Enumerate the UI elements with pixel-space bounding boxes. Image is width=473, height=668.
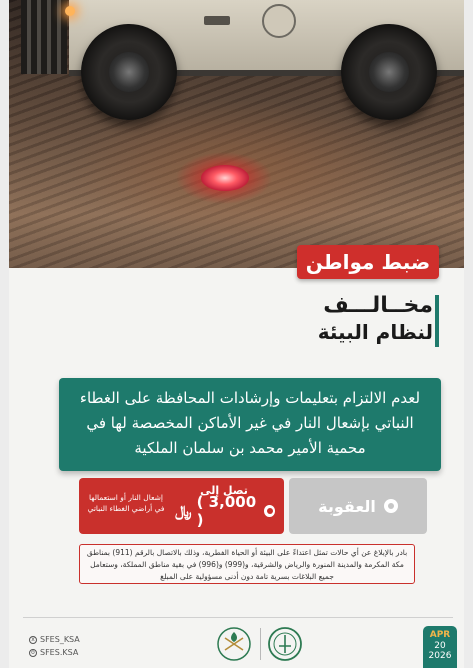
social-handles: x SFES_KSA o SFES.KSA: [29, 633, 119, 659]
fine-amount: ( 3,000 ): [196, 493, 257, 529]
riyal-currency-icon: ﷼: [175, 502, 192, 520]
handle-instagram[interactable]: o SFES.KSA: [29, 646, 119, 659]
rear-tire: [341, 24, 437, 120]
handle-x[interactable]: x SFES_KSA: [29, 633, 119, 646]
date-month: APR: [429, 630, 451, 640]
handle-text: SFES_KSA: [40, 635, 80, 644]
bullet-icon: [264, 505, 275, 517]
saudi-emblem-icon: [217, 627, 251, 661]
violation-statement: لعدم الالتزام بتعليمات وإرشادات المحافظة…: [59, 378, 441, 471]
fine-box: تصل إلى ﷼ ( 3,000 ) إشعال النار أو استعم…: [79, 478, 284, 534]
date-day: 20: [434, 641, 446, 651]
x-logo-icon: x: [29, 635, 37, 644]
penalty-label-box: العقوبة: [289, 478, 427, 534]
penalty-label: العقوبة: [318, 496, 376, 516]
front-tire: [81, 24, 177, 120]
report-notice: بادر بالإبلاغ عن أي حالات تمثل اعتداءً ع…: [79, 544, 415, 584]
title-line-violator: مخــالـــف: [323, 293, 433, 318]
tire-rim: [369, 52, 409, 92]
title-line-law: لنظام البيئة: [317, 320, 433, 344]
campfire-embers: [201, 165, 249, 191]
scene-photo: [9, 0, 464, 268]
instagram-icon: o: [29, 648, 37, 657]
handle-text: SFES.KSA: [40, 648, 79, 657]
vehicle-badge: [204, 16, 230, 25]
headlight-icon: [65, 6, 75, 16]
tire-rim: [109, 52, 149, 92]
title-accent-bar: [435, 295, 439, 347]
violation-tag: ضبط مواطن: [297, 245, 439, 279]
vehicle-grille: [21, 0, 67, 74]
date-badge: APR 20 2026: [423, 626, 457, 668]
page-title: مخــالـــف لنظام البيئة: [219, 293, 433, 347]
fine-caption: إشعال النار أو استعمالها في أراضي الغطاء…: [87, 493, 165, 513]
vehicle-emblem-icon: [262, 4, 296, 38]
logo-divider: [260, 628, 261, 660]
post-frame: ضبط مواطن مخــالـــف لنظام البيئة لعدم ا…: [9, 0, 464, 668]
ministry-seal-icon: [268, 627, 302, 661]
footer-divider: [23, 617, 453, 618]
fine-amount-row: ﷼ ( 3,000 ): [175, 493, 275, 529]
date-year: 2026: [428, 651, 452, 661]
bullet-icon: [383, 499, 398, 513]
